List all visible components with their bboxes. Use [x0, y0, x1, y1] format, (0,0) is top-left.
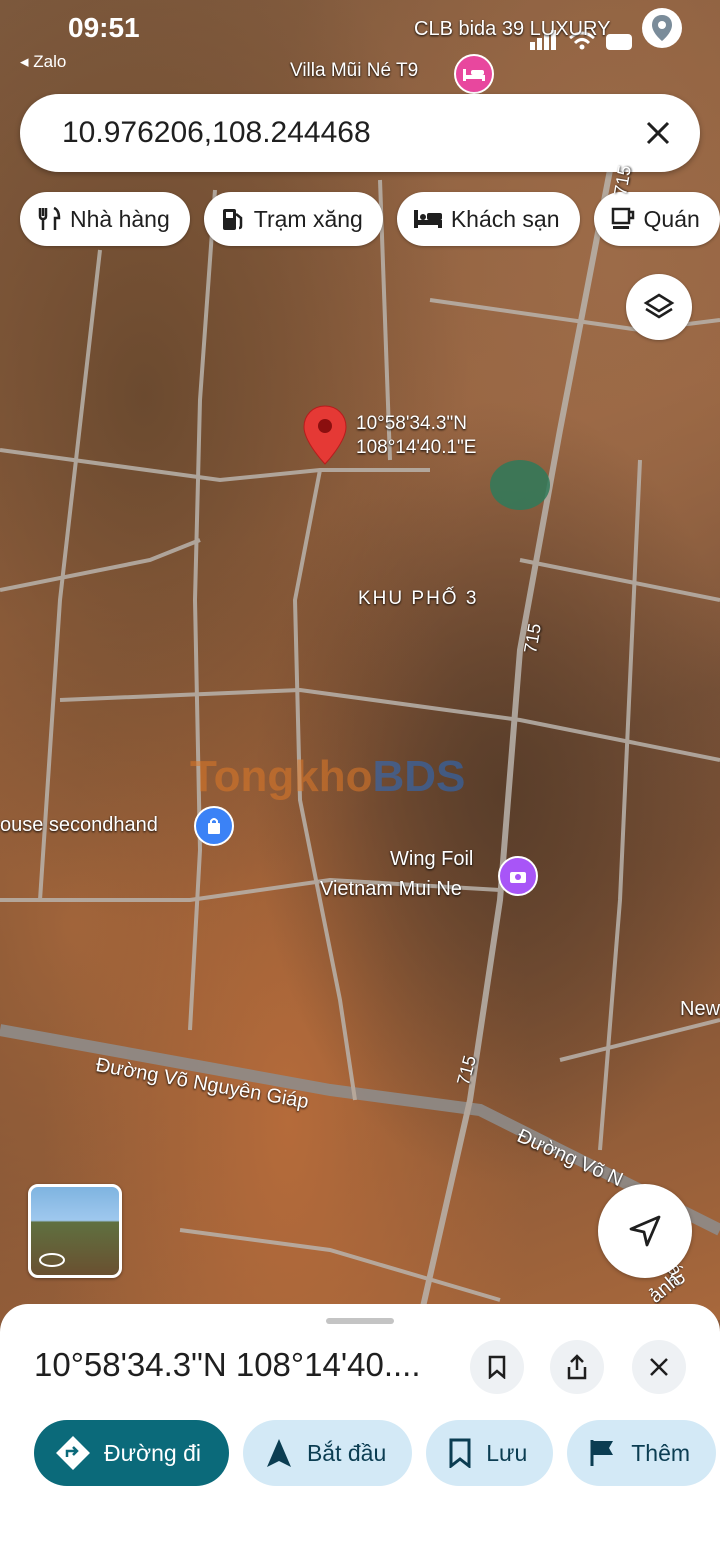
bookmark-icon	[449, 1438, 471, 1468]
save-label: Lưu	[486, 1439, 528, 1466]
place-title: 10°58'34.3"N 108°14'40....	[34, 1346, 421, 1383]
navigation-start-icon	[266, 1439, 291, 1467]
location-poi-pin-icon[interactable]	[642, 8, 682, 48]
close-icon	[646, 121, 670, 145]
directions-button[interactable]: Đường đi	[34, 1420, 229, 1486]
chip-cafes[interactable]: Quán	[593, 192, 720, 246]
poi-label-villa[interactable]: Villa Mũi Né T9	[290, 60, 418, 82]
directions-label: Đường đi	[104, 1439, 201, 1466]
status-time: 09:51	[68, 12, 140, 43]
chip-hotels[interactable]: Khách sạn	[396, 192, 580, 246]
poi-label-secondhand[interactable]: ouse secondhand	[0, 814, 158, 837]
street-view-thumbnail[interactable]	[28, 1184, 122, 1278]
restaurant-icon	[38, 206, 61, 230]
activity-pin-icon[interactable]	[498, 856, 538, 896]
my-location-button[interactable]	[598, 1184, 692, 1278]
search-input[interactable]: 10.976206,108.244468	[62, 116, 628, 150]
hotel-icon	[413, 210, 442, 228]
start-label: Bắt đầu	[306, 1439, 387, 1466]
chip-gas-stations[interactable]: Trạm xăng	[203, 192, 383, 246]
drag-handle[interactable]	[326, 1318, 394, 1324]
bookmark-icon	[488, 1355, 506, 1379]
directions-icon	[56, 1436, 90, 1470]
poi-label-billiards[interactable]: CLB bida 39 LUXURY	[414, 18, 610, 41]
save-button[interactable]: Lưu	[426, 1420, 554, 1486]
chip-label: Nhà hàng	[70, 205, 170, 232]
chip-label: Quán	[643, 205, 700, 232]
poi-label-wing-foil-2[interactable]: Vietnam Mui Ne	[320, 878, 462, 901]
close-sheet-button[interactable]	[632, 1340, 686, 1394]
pin-latitude: 10°58'34.3"N	[356, 413, 467, 434]
category-chips: Nhà hàng Trạm xăng Khách sạn Quán	[20, 192, 720, 246]
cafe-icon	[611, 207, 634, 229]
search-bar[interactable]: 10.976206,108.244468	[20, 94, 700, 172]
navigation-arrow-icon	[629, 1215, 661, 1247]
map-layers-button[interactable]	[626, 274, 692, 340]
close-icon	[650, 1358, 668, 1376]
pin-longitude: 108°14'40.1"E	[356, 437, 477, 458]
save-bookmark-button[interactable]	[470, 1340, 524, 1394]
layers-icon	[643, 293, 675, 319]
battery-icon	[606, 34, 632, 50]
more-button[interactable]: Thêm	[567, 1420, 717, 1486]
shopping-bag-pin-icon[interactable]	[194, 806, 234, 846]
clear-search-button[interactable]	[628, 103, 688, 163]
action-buttons: Đường đi Bắt đầu Lưu Thêm	[34, 1420, 717, 1486]
share-button[interactable]	[550, 1340, 604, 1394]
share-icon	[567, 1354, 587, 1380]
more-label: Thêm	[631, 1439, 691, 1466]
chip-label: Trạm xăng	[253, 205, 363, 232]
flag-icon	[590, 1440, 614, 1466]
place-bottom-sheet[interactable]: 10°58'34.3"N 108°14'40.... Đường đi Bắt …	[0, 1304, 720, 1557]
back-to-zalo-link[interactable]: ◂ Zalo	[20, 52, 66, 72]
rotate-360-icon	[39, 1253, 65, 1267]
hotel-pin-icon[interactable]	[454, 54, 494, 94]
start-button[interactable]: Bắt đầu	[242, 1420, 413, 1486]
dropped-pin-icon[interactable]	[302, 404, 348, 471]
chip-restaurants[interactable]: Nhà hàng	[20, 192, 190, 246]
poi-label-wing-foil-1[interactable]: Wing Foil	[390, 848, 473, 871]
gas-station-icon	[222, 209, 242, 230]
watermark: TongkhoBDS	[190, 752, 466, 801]
poi-label-new[interactable]: New	[680, 998, 720, 1021]
chip-label: Khách sạn	[450, 205, 560, 232]
pin-coordinates-label: 10°58'34.3"N 108°14'40.1"E	[356, 412, 476, 460]
area-label-khu-pho-3: KHU PHỐ 3	[358, 588, 479, 609]
